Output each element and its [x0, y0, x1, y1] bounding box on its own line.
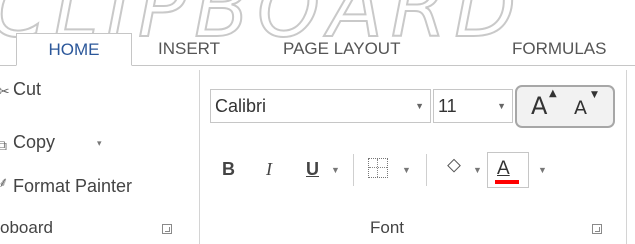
tab-insert[interactable]: INSERT: [158, 33, 220, 66]
caret-down-icon: ▼: [591, 90, 598, 100]
group-separator: [199, 70, 200, 244]
borders-dropdown-arrow[interactable]: ▼: [402, 165, 411, 175]
borders-button[interactable]: [368, 158, 388, 178]
bold-button[interactable]: B: [222, 159, 235, 180]
grow-shrink-font-group: A ▲ A ▼: [515, 85, 615, 128]
group-separator: [626, 70, 627, 244]
font-color-button[interactable]: A: [487, 152, 529, 188]
font-color-dropdown-arrow[interactable]: ▼: [538, 165, 547, 175]
ribbon-tab-bar: HOME INSERT PAGE LAYOUT FORMULAS: [0, 0, 635, 66]
font-name-value: Calibri: [215, 96, 267, 116]
copy-dropdown-arrow[interactable]: ▾: [97, 138, 102, 149]
underline-dropdown-arrow[interactable]: ▼: [331, 165, 340, 175]
paintbrush-icon: ⸙: [0, 173, 9, 192]
cut-label: Cut: [13, 79, 42, 99]
font-color-swatch: [495, 180, 519, 184]
font-size-value: 11: [438, 96, 457, 116]
toolbar-divider: [353, 154, 354, 186]
tab-page-layout[interactable]: PAGE LAYOUT: [283, 33, 400, 66]
ribbon: ✂ Cut ⧉ Copy ▾ ⸙ Format Painter oboard C…: [0, 66, 635, 244]
format-painter-label: Format Painter: [13, 176, 133, 196]
clipboard-group-label: oboard: [0, 218, 53, 237]
copy-icon: ⧉: [0, 137, 7, 153]
tab-formulas[interactable]: FORMULAS: [512, 33, 606, 66]
scissors-icon: ✂: [0, 83, 10, 99]
caret-up-icon: ▲: [549, 88, 557, 99]
font-group-label: Font: [370, 218, 405, 237]
font-size-combobox[interactable]: 11 ▼: [433, 89, 513, 123]
chevron-down-icon[interactable]: ▼: [415, 101, 424, 111]
fill-bucket-icon: ⬦: [447, 154, 461, 176]
grow-font-label: A: [531, 92, 548, 120]
fill-color-dropdown-arrow[interactable]: ▼: [473, 165, 482, 175]
toolbar-divider: [426, 154, 427, 186]
copy-label: Copy: [13, 132, 56, 152]
font-name-combobox[interactable]: Calibri ▼: [210, 89, 431, 123]
clipboard-dialog-launcher-icon[interactable]: [162, 224, 172, 234]
shrink-font-label: A: [574, 97, 587, 119]
borders-icon-h: [369, 167, 387, 169]
font-dialog-launcher-icon[interactable]: [592, 224, 602, 234]
font-color-label: A: [497, 158, 510, 179]
tab-home[interactable]: HOME: [16, 33, 132, 66]
italic-button[interactable]: I: [266, 159, 272, 180]
chevron-down-icon[interactable]: ▼: [497, 101, 506, 111]
underline-button[interactable]: U: [306, 159, 319, 180]
